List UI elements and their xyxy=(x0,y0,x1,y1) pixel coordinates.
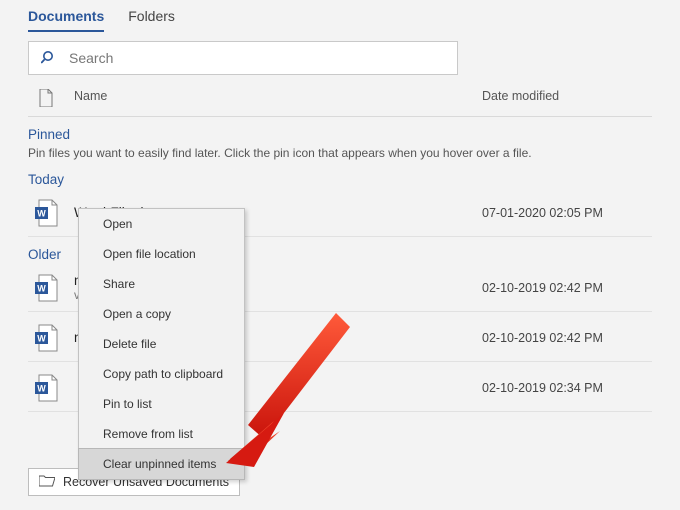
pinned-hint: Pin files you want to easily find later.… xyxy=(28,146,652,160)
section-today: Today xyxy=(28,172,652,187)
tab-folders[interactable]: Folders xyxy=(128,4,175,32)
file-date: 02-10-2019 02:42 PM xyxy=(482,331,652,345)
ctx-open-a-copy[interactable]: Open a copy xyxy=(79,299,244,329)
column-name[interactable]: Name xyxy=(74,89,482,110)
file-date: 02-10-2019 02:42 PM xyxy=(482,281,652,295)
svg-text:W: W xyxy=(37,383,46,393)
ctx-pin-to-list[interactable]: Pin to list xyxy=(79,389,244,419)
column-headers: Name Date modified xyxy=(28,89,652,117)
file-date: 02-10-2019 02:34 PM xyxy=(482,381,652,395)
ctx-share[interactable]: Share xyxy=(79,269,244,299)
word-doc-icon: W xyxy=(28,324,74,352)
file-date: 07-01-2020 02:05 PM xyxy=(482,206,652,220)
ctx-open[interactable]: Open xyxy=(79,209,244,239)
search-icon xyxy=(41,49,57,68)
ctx-open-file-location[interactable]: Open file location xyxy=(79,239,244,269)
svg-text:W: W xyxy=(37,283,46,293)
ctx-clear-unpinned[interactable]: Clear unpinned items xyxy=(78,448,245,480)
svg-text:W: W xyxy=(37,208,46,218)
search-placeholder: Search xyxy=(69,50,113,66)
tab-documents[interactable]: Documents xyxy=(28,4,104,32)
word-doc-icon: W xyxy=(28,374,74,402)
file-icon xyxy=(38,89,54,110)
context-menu: Open Open file location Share Open a cop… xyxy=(78,208,245,480)
ctx-remove-from-list[interactable]: Remove from list xyxy=(79,419,244,449)
svg-text:W: W xyxy=(37,333,46,343)
ctx-delete-file[interactable]: Delete file xyxy=(79,329,244,359)
section-pinned: Pinned xyxy=(28,127,652,142)
search-input[interactable]: Search xyxy=(28,41,458,75)
column-date[interactable]: Date modified xyxy=(482,89,652,110)
folder-open-icon xyxy=(39,474,55,490)
ctx-copy-path[interactable]: Copy path to clipboard xyxy=(79,359,244,389)
word-doc-icon: W xyxy=(28,199,74,227)
word-doc-icon: W xyxy=(28,274,74,302)
